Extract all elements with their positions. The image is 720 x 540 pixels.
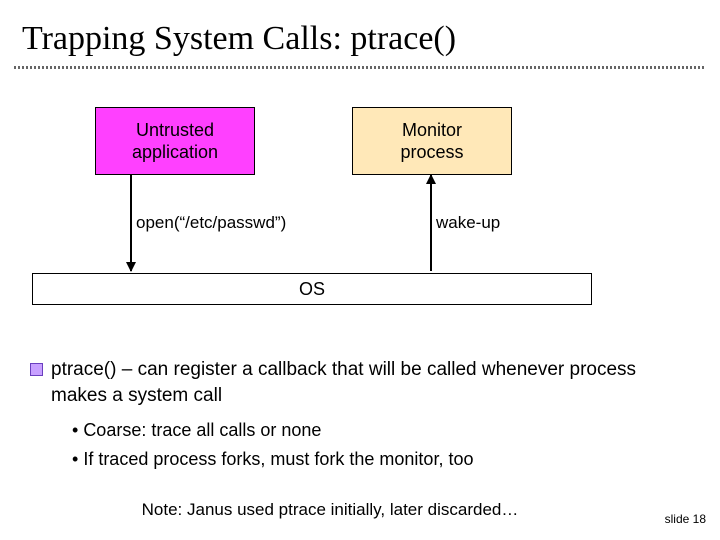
slide-number: slide 18 <box>665 512 706 526</box>
untrusted-line1: Untrusted <box>96 119 254 142</box>
sub-bullet-list: • Coarse: trace all calls or none • If t… <box>72 418 690 471</box>
sub-bullet-2-text: If traced process forks, must fork the m… <box>83 449 473 469</box>
arrow-wakeup-up <box>430 175 432 271</box>
sub-bullet-1: • Coarse: trace all calls or none <box>72 418 690 442</box>
untrusted-line2: application <box>96 141 254 164</box>
arrow-syscall-down <box>130 175 132 271</box>
main-bullet-row: ptrace() – can register a callback that … <box>30 357 690 408</box>
monitor-process-box: Monitor process <box>352 107 512 175</box>
os-box: OS <box>32 273 592 305</box>
monitor-line1: Monitor <box>353 119 511 142</box>
wakeup-label: wake-up <box>436 213 500 233</box>
sub-bullet-1-text: Coarse: trace all calls or none <box>83 420 321 440</box>
untrusted-app-box: Untrusted application <box>95 107 255 175</box>
main-bullet-text: ptrace() – can register a callback that … <box>51 357 690 408</box>
body-text: ptrace() – can register a callback that … <box>0 357 720 522</box>
note-text: Note: Janus used ptrace initially, later… <box>30 499 630 522</box>
monitor-line2: process <box>353 141 511 164</box>
title-divider <box>14 66 706 69</box>
bullet-icon <box>30 363 43 376</box>
ptrace-diagram: Untrusted application Monitor process op… <box>0 107 720 357</box>
syscall-label: open(“/etc/passwd”) <box>136 213 286 233</box>
page-title: Trapping System Calls: ptrace() <box>0 0 720 66</box>
sub-bullet-2: • If traced process forks, must fork the… <box>72 447 690 471</box>
